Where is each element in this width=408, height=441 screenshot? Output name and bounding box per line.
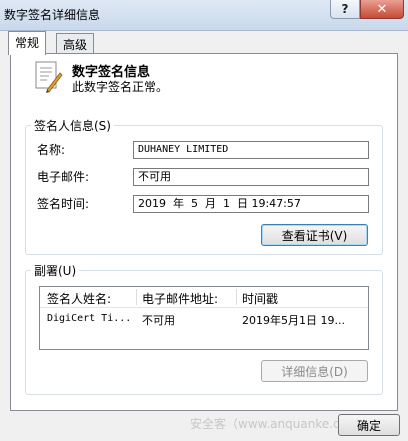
tab-advanced[interactable]: 高级 (56, 33, 95, 53)
window-title: 数字签名详细信息 (4, 8, 101, 22)
column-header-timestamp[interactable]: 时间戳 (242, 290, 278, 307)
column-divider[interactable] (236, 289, 237, 305)
table-cell-timestamp[interactable]: 2019年5月1日 19... (242, 312, 345, 328)
column-divider[interactable] (136, 289, 137, 305)
details-button[interactable]: 详细信息(D) (261, 360, 368, 382)
table-cell-email[interactable]: 不可用 (142, 312, 175, 328)
header-subtitle: 此数字签名正常。 (72, 80, 169, 94)
ok-button[interactable]: 确定 (338, 414, 400, 436)
help-icon: ? (341, 2, 349, 16)
view-certificate-button[interactable]: 查看证书(V) (261, 224, 368, 246)
close-button[interactable]: ✕ (360, 0, 404, 19)
signing-time-label: 签名时间: (37, 197, 90, 211)
close-icon: ✕ (376, 1, 388, 17)
column-header-signer-name[interactable]: 签名人姓名: (47, 290, 111, 307)
table-header: 签名人姓名: 电子邮件地址: 时间戳 (40, 287, 368, 308)
column-header-email[interactable]: 电子邮件地址: (142, 290, 218, 307)
name-label: 名称: (37, 143, 66, 157)
signing-time-field[interactable]: 2019 年 5 月 1 日 19:47:57 (133, 195, 369, 213)
title-bar: 数字签名详细信息 ? ✕ (0, 0, 408, 31)
signer-info-legend: 签名人信息(S) (31, 117, 114, 134)
countersignature-table[interactable]: 签名人姓名: 电子邮件地址: 时间戳 DigiCert Ti... 不可用 20… (39, 286, 369, 350)
name-field[interactable]: DUHANEY LIMITED (133, 141, 369, 159)
email-label: 电子邮件: (37, 170, 90, 184)
table-cell-signer-name[interactable]: DigiCert Ti... (47, 313, 131, 324)
email-field[interactable]: 不可用 (133, 168, 369, 186)
countersignature-legend: 副署(U) (31, 262, 80, 279)
help-button[interactable]: ? (330, 0, 360, 19)
tab-general[interactable]: 常规 (8, 31, 47, 55)
certificate-icon (35, 61, 63, 93)
